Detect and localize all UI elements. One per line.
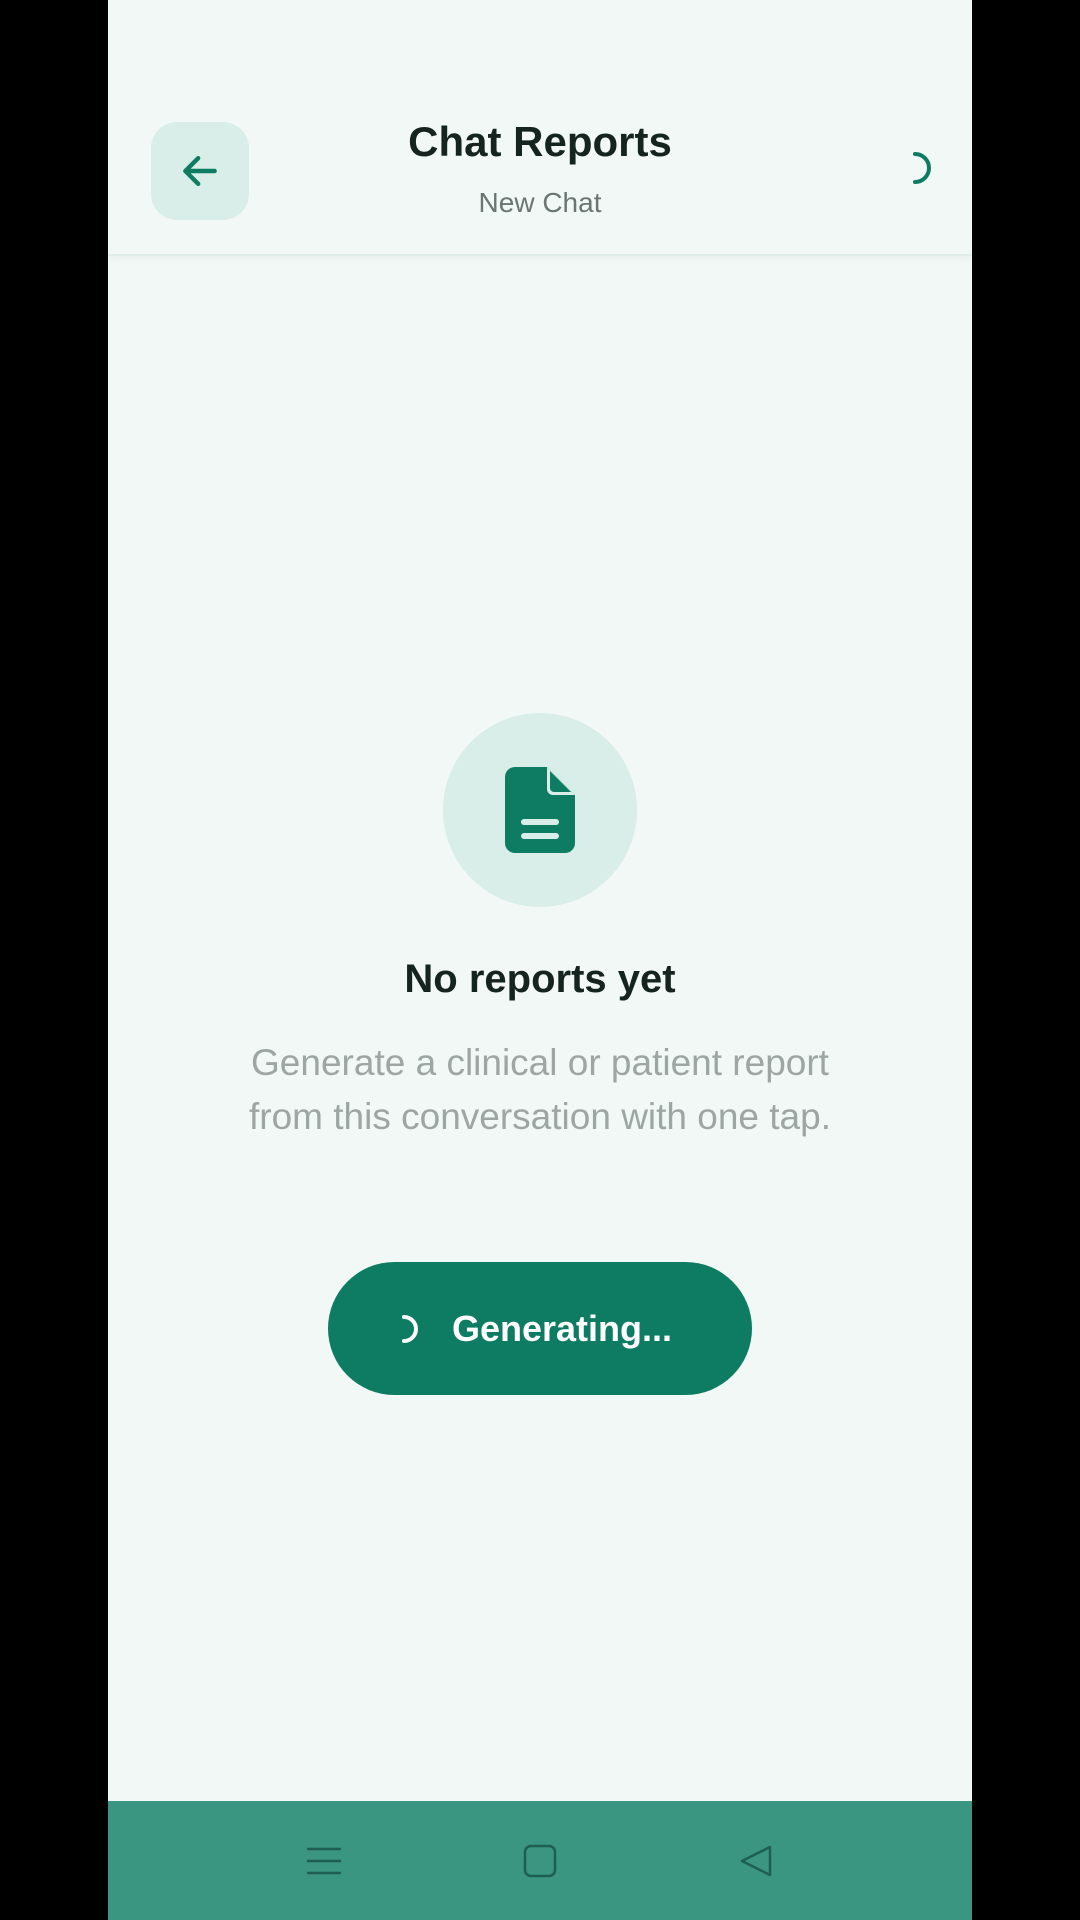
system-navigation-bar xyxy=(108,1801,972,1920)
nav-menu-button[interactable] xyxy=(298,1835,350,1887)
document-icon xyxy=(505,767,575,853)
top-app-bar: Chat Reports New Chat xyxy=(108,0,972,256)
nav-home-button[interactable] xyxy=(514,1835,566,1887)
triangle-back-icon xyxy=(740,1845,772,1877)
square-icon xyxy=(523,1844,557,1878)
generate-button-label: Generating... xyxy=(451,1307,673,1349)
loading-spinner-icon xyxy=(913,152,931,184)
empty-state-title: No reports yet xyxy=(404,957,676,1001)
empty-state-illustration xyxy=(443,713,637,907)
generate-report-button[interactable]: Generating... xyxy=(328,1262,752,1395)
loading-spinner-icon xyxy=(401,1314,418,1343)
page-subtitle: New Chat xyxy=(478,187,602,218)
empty-state-description: Generate a clinical or patient report fr… xyxy=(248,1042,831,1137)
menu-icon xyxy=(306,1847,342,1875)
app-screen: Chat Reports New Chat No reports yet Gen… xyxy=(108,0,972,1920)
page-title: Chat Reports xyxy=(408,118,672,165)
nav-back-button[interactable] xyxy=(730,1835,782,1887)
